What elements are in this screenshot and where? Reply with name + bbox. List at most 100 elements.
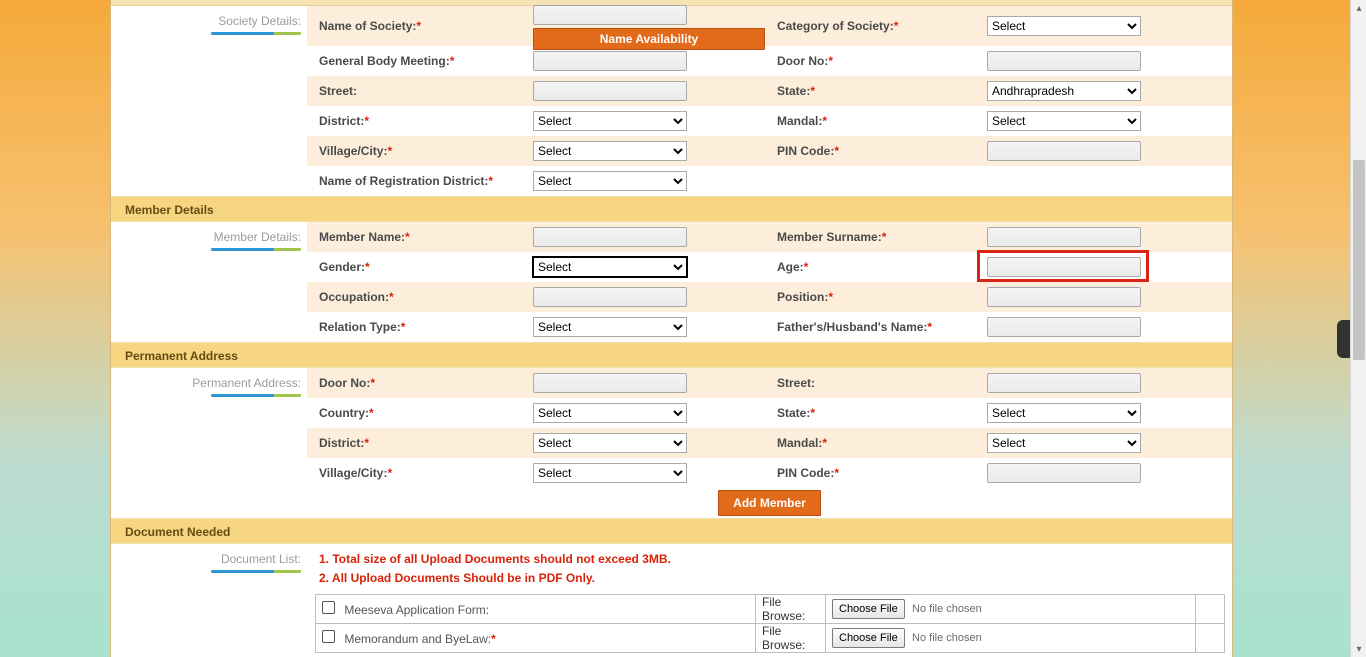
name-availability-button[interactable]: Name Availability [533, 28, 765, 50]
label-pa-state: State: [777, 406, 810, 420]
add-member-button[interactable]: Add Member [718, 490, 821, 516]
label-street: Street: [319, 84, 357, 98]
society-details-block: Society Details: Name of Society:* Name … [111, 6, 1232, 196]
select-state[interactable]: Andhrapradesh [987, 81, 1141, 101]
select-village-city[interactable]: Select [533, 141, 687, 161]
doc-note-2: 2. All Upload Documents Should be in PDF… [319, 569, 1220, 588]
label-general-body-meeting: General Body Meeting: [319, 54, 450, 68]
choose-file-button-1[interactable]: Choose File [832, 599, 905, 619]
label-member-surname: Member Surname: [777, 230, 882, 244]
input-pa-pincode[interactable] [987, 463, 1141, 483]
scroll-up-icon[interactable]: ▴ [1351, 0, 1366, 16]
select-pa-village[interactable]: Select [533, 463, 687, 483]
label-pa-door-no: Door No: [319, 376, 370, 390]
choose-file-button-2[interactable]: Choose File [832, 628, 905, 648]
input-pin-code[interactable] [987, 141, 1141, 161]
file-status-1: No file chosen [908, 603, 982, 615]
underline-icon [211, 32, 301, 35]
member-details-label: Member Details: [214, 230, 301, 244]
select-district[interactable]: Select [533, 111, 687, 131]
permanent-address-label-col: Permanent Address: [111, 368, 307, 518]
scroll-down-icon[interactable]: ▾ [1351, 641, 1366, 657]
label-state: State: [777, 84, 810, 98]
permanent-rows: Door No:* Street: Country:* Select State… [307, 368, 1232, 518]
label-pa-street: Street: [777, 376, 815, 390]
file-browse-label: File Browse: [762, 624, 805, 652]
file-browse-label: File Browse: [762, 595, 805, 623]
member-details-block: Member Details: Member Name:* Member Sur… [111, 222, 1232, 342]
input-age[interactable] [987, 257, 1141, 277]
underline-icon [211, 394, 301, 397]
select-reg-district[interactable]: Select [533, 171, 687, 191]
doc-1-label: Meeseva Application Form: [338, 603, 489, 617]
label-mandal: Mandal: [777, 114, 822, 128]
label-occupation: Occupation: [319, 290, 389, 304]
member-rows: Member Name:* Member Surname:* Gender:* … [307, 222, 1232, 342]
document-block: Document List: 1. Total size of all Uplo… [111, 544, 1232, 653]
society-rows: Name of Society:* Name Availability Cate… [307, 6, 1232, 196]
input-street[interactable] [533, 81, 687, 101]
permanent-address-label: Permanent Address: [192, 376, 301, 390]
select-category-of-society[interactable]: Select [987, 16, 1141, 36]
label-age: Age: [777, 260, 804, 274]
select-pa-district[interactable]: Select [533, 433, 687, 453]
member-details-label-col: Member Details: [111, 222, 307, 342]
input-name-of-society[interactable] [533, 5, 687, 25]
underline-icon [211, 248, 301, 251]
label-category-of-society: Category of Society: [777, 19, 894, 33]
document-table: Meeseva Application Form: File Browse: C… [315, 594, 1225, 653]
checkbox-doc-2[interactable] [322, 630, 335, 643]
label-pa-country: Country: [319, 406, 369, 420]
table-row: Meeseva Application Form: File Browse: C… [316, 595, 1225, 624]
file-status-2: No file chosen [908, 632, 982, 644]
society-details-label: Society Details: [218, 14, 301, 28]
table-row: Memorandum and ByeLaw:* File Browse: Cho… [316, 624, 1225, 653]
input-pa-door-no[interactable] [533, 373, 687, 393]
input-position[interactable] [987, 287, 1141, 307]
input-general-body-meeting[interactable] [533, 51, 687, 71]
label-pa-village: Village/City: [319, 466, 387, 480]
society-details-label-col: Society Details: [111, 6, 307, 196]
label-door-no: Door No: [777, 54, 828, 68]
input-door-no[interactable] [987, 51, 1141, 71]
form-frame: Society Details: Name of Society:* Name … [110, 0, 1233, 657]
label-father-husband: Father's/Husband's Name: [777, 320, 927, 334]
checkbox-doc-1[interactable] [322, 601, 335, 614]
document-list-label-col: Document List: [111, 544, 307, 653]
select-pa-state[interactable]: Select [987, 403, 1141, 423]
permanent-address-block: Permanent Address: Door No:* Street: Cou… [111, 368, 1232, 518]
input-occupation[interactable] [533, 287, 687, 307]
label-position: Position: [777, 290, 828, 304]
label-reg-district: Name of Registration District: [319, 174, 488, 188]
select-mandal[interactable]: Select [987, 111, 1141, 131]
section-bar-member: Member Details [111, 196, 1232, 222]
input-member-name[interactable] [533, 227, 687, 247]
vertical-scrollbar[interactable]: ▴ ▾ [1350, 0, 1366, 657]
label-pa-district: District: [319, 436, 364, 450]
side-tab-handle[interactable] [1337, 320, 1350, 358]
section-bar-permanent: Permanent Address [111, 342, 1232, 368]
label-member-name: Member Name: [319, 230, 405, 244]
input-father-husband[interactable] [987, 317, 1141, 337]
scroll-thumb[interactable] [1353, 160, 1365, 360]
underline-icon [211, 570, 301, 573]
label-district: District: [319, 114, 364, 128]
label-pin-code: PIN Code: [777, 144, 834, 158]
label-name-of-society: Name of Society: [319, 19, 416, 33]
doc-2-label: Memorandum and ByeLaw: [338, 632, 491, 646]
label-village-city: Village/City: [319, 144, 387, 158]
document-list-label: Document List: [221, 552, 301, 566]
label-pa-pincode: PIN Code: [777, 466, 834, 480]
label-gender: Gender: [319, 260, 365, 274]
select-gender[interactable]: Select [533, 257, 687, 277]
section-bar-document: Document Needed [111, 518, 1232, 544]
input-member-surname[interactable] [987, 227, 1141, 247]
doc-note-1: 1. Total size of all Upload Documents sh… [319, 550, 1220, 569]
label-relation-type: Relation Type: [319, 320, 401, 334]
label-pa-mandal: Mandal: [777, 436, 822, 450]
select-pa-mandal[interactable]: Select [987, 433, 1141, 453]
select-pa-country[interactable]: Select [533, 403, 687, 423]
document-rows: 1. Total size of all Upload Documents sh… [307, 544, 1232, 653]
input-pa-street[interactable] [987, 373, 1141, 393]
select-relation-type[interactable]: Select [533, 317, 687, 337]
